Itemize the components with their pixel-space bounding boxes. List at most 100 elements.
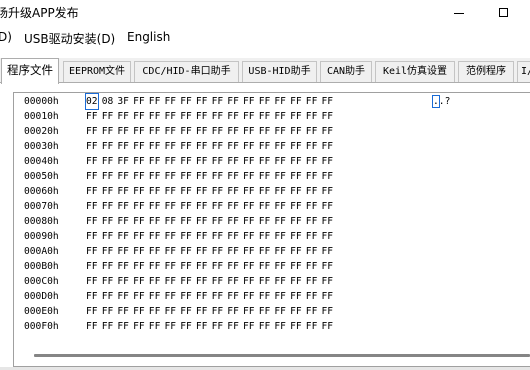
hex-byte[interactable]: FF — [243, 124, 255, 139]
hex-byte[interactable]: FF — [165, 124, 177, 139]
hex-byte[interactable]: FF — [149, 214, 161, 229]
hex-byte[interactable]: FF — [290, 214, 302, 229]
hex-byte[interactable]: FF — [180, 244, 192, 259]
hex-byte[interactable]: FF — [306, 259, 318, 274]
hex-byte[interactable]: FF — [180, 214, 192, 229]
hex-byte[interactable]: FF — [133, 274, 145, 289]
hex-byte[interactable]: FF — [274, 154, 286, 169]
hex-byte[interactable]: FF — [259, 139, 271, 154]
hex-byte[interactable]: FF — [180, 94, 192, 109]
hex-byte[interactable]: FF — [165, 274, 177, 289]
hex-byte[interactable]: FF — [149, 229, 161, 244]
hex-byte[interactable]: FF — [102, 274, 114, 289]
hex-byte[interactable]: FF — [196, 184, 208, 199]
hex-byte[interactable]: FF — [180, 184, 192, 199]
hex-byte[interactable]: FF — [322, 274, 334, 289]
hex-byte[interactable]: FF — [306, 214, 318, 229]
hex-byte[interactable]: FF — [165, 259, 177, 274]
hex-byte[interactable]: FF — [196, 169, 208, 184]
hex-byte[interactable]: FF — [86, 139, 98, 154]
hex-byte[interactable]: FF — [133, 199, 145, 214]
tab-keil-simulation[interactable]: Keil仿真设置 — [375, 61, 455, 82]
hex-byte[interactable]: FF — [133, 289, 145, 304]
hex-byte[interactable]: FF — [102, 289, 114, 304]
hex-byte[interactable]: FF — [180, 274, 192, 289]
hex-byte[interactable]: FF — [149, 259, 161, 274]
hex-byte[interactable]: FF — [212, 304, 224, 319]
hex-byte[interactable]: FF — [259, 259, 271, 274]
hex-byte[interactable]: FF — [102, 229, 114, 244]
hex-byte[interactable]: FF — [86, 169, 98, 184]
hex-byte[interactable]: FF — [196, 274, 208, 289]
hex-byte[interactable]: FF — [212, 244, 224, 259]
hex-byte[interactable]: FF — [290, 94, 302, 109]
hex-byte[interactable]: FF — [227, 184, 239, 199]
hex-byte[interactable]: FF — [259, 124, 271, 139]
hex-byte[interactable]: FF — [322, 154, 334, 169]
hex-byte[interactable]: FF — [322, 169, 334, 184]
hex-byte[interactable]: FF — [212, 94, 224, 109]
hex-byte[interactable]: FF — [180, 169, 192, 184]
hex-byte[interactable]: FF — [227, 259, 239, 274]
hex-byte[interactable]: FF — [243, 139, 255, 154]
hex-byte[interactable]: FF — [133, 139, 145, 154]
hex-byte[interactable]: FF — [117, 214, 129, 229]
hex-byte[interactable]: FF — [133, 169, 145, 184]
hex-byte[interactable]: FF — [322, 304, 334, 319]
hex-byte[interactable]: FF — [243, 109, 255, 124]
hex-byte[interactable]: FF — [212, 184, 224, 199]
hex-byte[interactable]: FF — [274, 94, 286, 109]
hex-byte[interactable]: FF — [274, 184, 286, 199]
hex-byte[interactable]: FF — [243, 319, 255, 334]
hex-byte[interactable]: FF — [259, 109, 271, 124]
hex-byte[interactable]: FF — [306, 169, 318, 184]
hex-byte[interactable]: FF — [117, 259, 129, 274]
hex-byte[interactable]: FF — [133, 259, 145, 274]
hex-byte[interactable]: FF — [322, 109, 334, 124]
hex-byte[interactable]: FF — [180, 319, 192, 334]
hex-byte[interactable]: FF — [243, 214, 255, 229]
hex-byte[interactable]: FF — [117, 274, 129, 289]
hex-byte[interactable]: FF — [306, 274, 318, 289]
hex-byte[interactable]: FF — [259, 304, 271, 319]
hex-byte[interactable]: FF — [290, 244, 302, 259]
hex-byte[interactable]: FF — [212, 259, 224, 274]
hex-byte[interactable]: FF — [212, 139, 224, 154]
hex-byte[interactable]: FF — [322, 94, 334, 109]
tab-program-file[interactable]: 程序文件 — [1, 58, 59, 84]
hex-byte[interactable]: FF — [243, 154, 255, 169]
hex-byte[interactable]: FF — [274, 244, 286, 259]
hex-byte[interactable]: FF — [196, 289, 208, 304]
hex-byte[interactable]: FF — [274, 289, 286, 304]
tab-examples[interactable]: 范例程序 — [458, 61, 514, 82]
hex-byte[interactable]: FF — [117, 229, 129, 244]
hex-byte[interactable]: FF — [212, 124, 224, 139]
hex-byte[interactable]: FF — [243, 169, 255, 184]
hex-byte[interactable]: FF — [290, 169, 302, 184]
hex-byte[interactable]: FF — [243, 229, 255, 244]
hex-byte[interactable]: FF — [149, 109, 161, 124]
hex-byte[interactable]: FF — [117, 199, 129, 214]
hex-byte[interactable]: FF — [243, 259, 255, 274]
hex-byte[interactable]: FF — [259, 229, 271, 244]
hex-byte[interactable]: FF — [322, 259, 334, 274]
hex-byte[interactable]: FF — [149, 169, 161, 184]
hex-byte[interactable]: FF — [322, 139, 334, 154]
hex-byte[interactable]: FF — [227, 244, 239, 259]
hex-byte[interactable]: FF — [149, 244, 161, 259]
hex-byte[interactable]: FF — [212, 169, 224, 184]
hex-byte[interactable]: FF — [259, 169, 271, 184]
hex-byte[interactable]: FF — [165, 319, 177, 334]
hex-byte[interactable]: FF — [227, 199, 239, 214]
hex-byte[interactable]: FF — [322, 319, 334, 334]
hex-byte[interactable]: FF — [227, 289, 239, 304]
hex-byte[interactable]: FF — [274, 169, 286, 184]
hex-byte[interactable]: FF — [86, 274, 98, 289]
hex-byte[interactable]: FF — [196, 244, 208, 259]
hex-byte[interactable]: FF — [306, 109, 318, 124]
hex-byte[interactable]: FF — [322, 214, 334, 229]
hex-byte[interactable]: FF — [306, 289, 318, 304]
hex-byte[interactable]: FF — [227, 169, 239, 184]
hex-byte[interactable]: FF — [274, 109, 286, 124]
hex-byte[interactable]: FF — [133, 304, 145, 319]
